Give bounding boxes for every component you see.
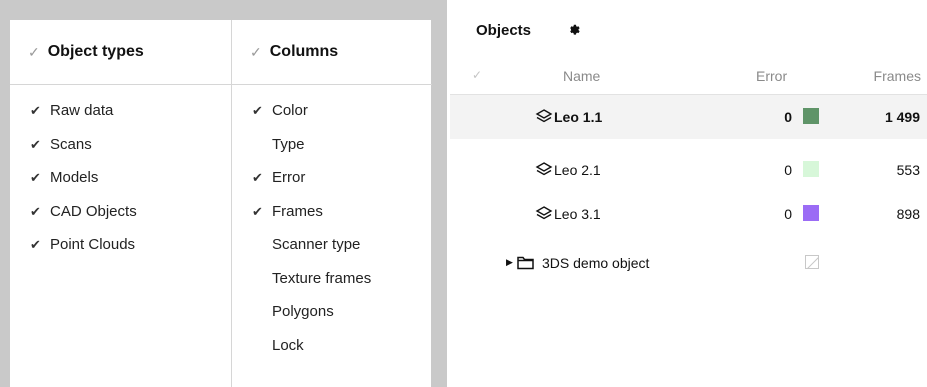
object-type-option[interactable]: ✔ Raw data — [10, 102, 231, 136]
checkmark-icon[interactable]: ✔ — [252, 102, 272, 120]
column-option[interactable]: Polygons — [232, 303, 432, 337]
checkmark-icon[interactable]: ✔ — [252, 169, 272, 187]
objects-table-header: ✓ Name Error Frames — [450, 62, 927, 94]
object-type-option-label: Raw data — [50, 102, 114, 119]
color-swatch[interactable] — [803, 108, 819, 124]
object-type-option-label: Scans — [50, 135, 92, 153]
checkmark-icon[interactable]: ✔ — [252, 203, 272, 221]
objects-panel: Objects ✓ Name Error Frames Leo 1.1 0 1 49… — [450, 0, 927, 387]
popup-backdrop: ✓ Object types ✔ Raw data ✔ Scans ✔ Models ✔ CA… — [0, 0, 447, 387]
frames-column-header[interactable]: Frames — [874, 68, 921, 84]
column-option[interactable]: Texture frames — [232, 270, 432, 304]
object-type-option-label: Point Clouds — [50, 236, 136, 253]
object-types-list: ✔ Raw data ✔ Scans ✔ Models ✔ CAD Objects ✔ Point… — [10, 102, 231, 270]
column-option-label: Polygons — [272, 303, 334, 320]
folder-icon — [517, 256, 534, 270]
object-row[interactable]: Leo 2.1 0 553 — [450, 148, 927, 192]
object-name: Leo 1.1 — [554, 109, 603, 125]
column-option-label: Type — [272, 135, 305, 153]
object-error: 0 — [784, 206, 792, 222]
object-type-option-label: CAD Objects — [50, 202, 137, 220]
object-frames: 898 — [896, 206, 920, 222]
column-option[interactable]: Scanner type — [232, 236, 432, 270]
columns-list: ✔ Color Type ✔ Error ✔ Frames Scanner type Textu… — [232, 102, 432, 370]
color-swatch[interactable] — [803, 205, 819, 221]
object-row[interactable]: Leo 1.1 0 1 499 — [450, 94, 927, 139]
column-option-label: Lock — [272, 336, 304, 354]
column-option-label: Scanner type — [272, 236, 361, 253]
object-types-title: Object types — [47, 43, 144, 60]
checkmark-icon[interactable]: ✔ — [30, 102, 50, 120]
group-name: 3DS demo object — [542, 255, 650, 271]
object-name: Leo 3.1 — [554, 206, 601, 222]
layers-icon — [535, 109, 553, 123]
column-option-label: Frames — [272, 202, 323, 220]
select-all-check[interactable]: ✓ — [472, 68, 482, 82]
object-row[interactable]: Leo 3.1 0 898 — [450, 192, 927, 236]
layers-icon — [535, 162, 553, 176]
column-option[interactable]: ✔ Error — [232, 169, 432, 203]
object-type-option[interactable]: ✔ CAD Objects — [10, 203, 231, 237]
column-option[interactable]: ✔ Color — [232, 102, 432, 136]
name-column-header[interactable]: Name — [563, 68, 600, 84]
object-error: 0 — [784, 162, 792, 178]
checkmark-icon[interactable]: ✔ — [30, 203, 50, 221]
object-frames: 1 499 — [884, 109, 920, 125]
checkmark-icon[interactable]: ✔ — [30, 136, 50, 154]
color-swatch[interactable] — [803, 161, 819, 177]
object-type-option[interactable]: ✔ Point Clouds — [10, 236, 231, 270]
checkmark-icon[interactable]: ✔ — [30, 236, 50, 254]
objects-title: Objects — [476, 22, 532, 39]
object-frames: 553 — [896, 162, 920, 178]
columns-title: Columns — [269, 43, 339, 60]
object-type-option-label: Models — [50, 169, 99, 186]
object-name: Leo 2.1 — [554, 162, 601, 178]
object-type-option[interactable]: ✔ Scans — [10, 136, 231, 170]
object-type-option[interactable]: ✔ Models — [10, 169, 231, 203]
object-types-toggle-all-check[interactable]: ✓ — [28, 44, 40, 61]
caret-right-icon[interactable]: ▶ — [506, 257, 513, 268]
object-group-row[interactable]: ▶ 3DS demo object — [450, 248, 927, 282]
column-option-label: Color — [272, 102, 308, 119]
no-color-swatch — [805, 255, 819, 269]
column-option[interactable]: ✔ Frames — [232, 203, 432, 237]
checkmark-icon[interactable]: ✔ — [30, 169, 50, 187]
column-option[interactable]: Lock — [232, 337, 432, 371]
columns-toggle-all-check[interactable]: ✓ — [250, 44, 262, 61]
columns-header[interactable]: ✓ Columns — [232, 20, 432, 85]
gear-icon[interactable] — [563, 18, 587, 42]
column-option-label: Error — [272, 169, 306, 186]
column-option-label: Texture frames — [272, 269, 372, 287]
object-types-header[interactable]: ✓ Object types — [10, 20, 231, 85]
object-error: 0 — [784, 109, 792, 125]
error-column-header[interactable]: Error — [756, 68, 787, 84]
column-option[interactable]: Type — [232, 136, 432, 170]
layers-icon — [535, 206, 553, 220]
object-types-column: ✓ Object types ✔ Raw data ✔ Scans ✔ Models ✔ CA… — [10, 20, 231, 387]
display-options-popup: ✓ Object types ✔ Raw data ✔ Scans ✔ Models ✔ CA… — [10, 20, 432, 387]
columns-column: ✓ Columns ✔ Color Type ✔ Error ✔ Frames Scanner… — [231, 20, 432, 387]
